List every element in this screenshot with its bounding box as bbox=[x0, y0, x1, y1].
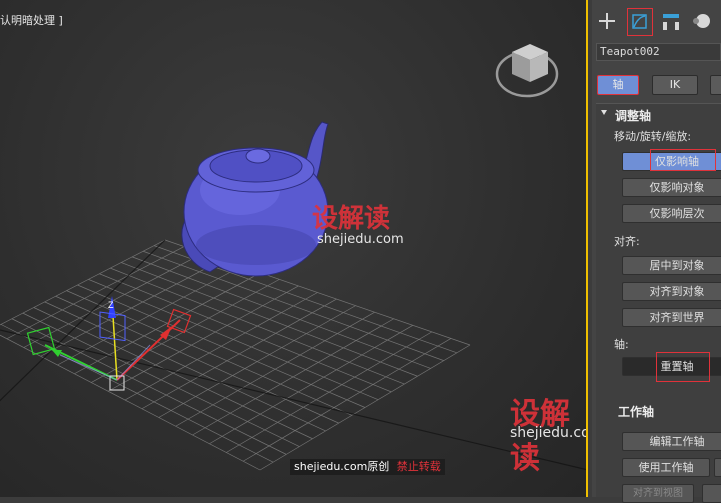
credit-warning: 禁止转载 bbox=[396, 460, 441, 473]
tab-link-info[interactable] bbox=[710, 75, 721, 95]
viewport-scene: Z bbox=[0, 44, 586, 471]
affect-object-only-button[interactable]: 仅影响对象 bbox=[622, 178, 721, 197]
motion-tab-icon[interactable] bbox=[690, 10, 712, 32]
grid-line bbox=[0, 324, 274, 463]
credit-text: shejiedu.com原创 bbox=[294, 460, 390, 473]
watermark-url-2: shejiedu.com bbox=[510, 425, 586, 441]
reset-pivot-highlight bbox=[656, 352, 710, 382]
command-panel-tabs bbox=[592, 0, 721, 40]
viewport[interactable]: 认明暗处理 ] Z 设解读 shejiedu.com 设解读 shejiedu.… bbox=[0, 0, 588, 497]
grid-line bbox=[55, 295, 339, 424]
command-panel: Teapot002 轴 IK bbox=[592, 0, 721, 497]
hierarchy-tab-icon[interactable] bbox=[660, 10, 682, 32]
create-tab-plus-icon[interactable] bbox=[596, 10, 618, 32]
use-working-pivot-button[interactable]: 使用工作轴 bbox=[622, 458, 710, 477]
grid-line bbox=[226, 331, 433, 453]
grid-axis-line bbox=[0, 329, 586, 471]
watermark-url: shejiedu.com bbox=[317, 232, 404, 247]
grid-line bbox=[209, 325, 413, 445]
watermark-logo: 设解读 bbox=[312, 204, 391, 234]
tab-ik[interactable]: IK bbox=[652, 75, 698, 95]
grid-axis-line bbox=[0, 239, 166, 402]
grid-line bbox=[77, 284, 366, 408]
grid-line bbox=[175, 311, 375, 427]
rollout-collapse-icon[interactable] bbox=[601, 110, 607, 115]
working-pivot-title[interactable]: 工作轴 bbox=[618, 403, 654, 420]
affect-hierarchy-only-button[interactable]: 仅影响层次 bbox=[622, 204, 721, 223]
gizmo-z-label: Z bbox=[108, 300, 114, 310]
align-to-view-button[interactable]: 对齐到视图 bbox=[622, 484, 694, 503]
home-grid bbox=[0, 239, 471, 471]
alignment-label: 对齐: bbox=[614, 235, 640, 248]
credit-banner: shejiedu.com原创 禁止转载 bbox=[290, 459, 445, 475]
tab-pivot[interactable]: 轴 bbox=[597, 75, 639, 95]
move-rotate-scale-label: 移动/旋转/缩放: bbox=[614, 130, 692, 143]
object-name-field[interactable]: Teapot002 bbox=[596, 43, 721, 61]
grid-line bbox=[22, 312, 300, 447]
viewcube bbox=[495, 44, 559, 98]
center-to-object-button[interactable]: 居中到对象 bbox=[622, 256, 721, 275]
extra-button[interactable] bbox=[702, 484, 721, 503]
teapot-object bbox=[181, 121, 329, 277]
adjust-pivot-title[interactable]: 调整轴 bbox=[615, 107, 651, 124]
pivot-label: 轴: bbox=[614, 338, 629, 351]
add-working-pivot-button[interactable] bbox=[714, 458, 721, 477]
grid-line bbox=[192, 318, 394, 436]
affect-pivot-highlight bbox=[650, 149, 716, 171]
align-to-world-button[interactable]: 对齐到世界 bbox=[622, 308, 721, 327]
modify-tab-icon[interactable] bbox=[627, 8, 653, 36]
edit-working-pivot-button[interactable]: 编辑工作轴 bbox=[622, 432, 721, 451]
align-to-object-button[interactable]: 对齐到对象 bbox=[622, 282, 721, 301]
